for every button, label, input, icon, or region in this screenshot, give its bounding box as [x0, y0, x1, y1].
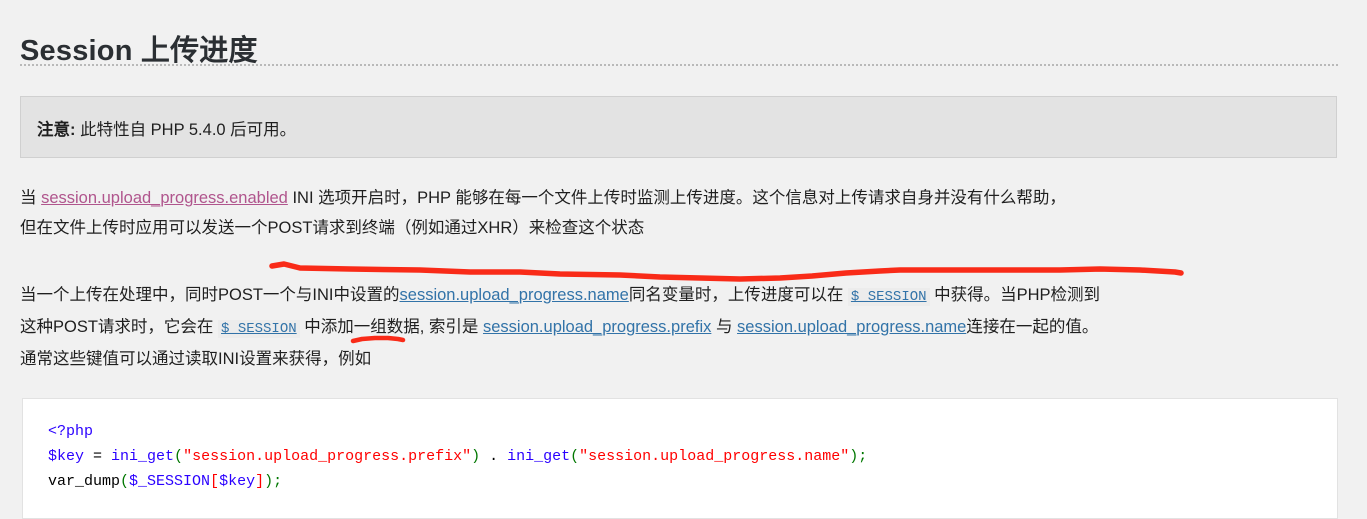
- p1-text-a: 当: [20, 189, 42, 207]
- code-bracket-close: ]: [255, 473, 265, 490]
- p2-text-c: 中获得。当PHP检测到: [929, 286, 1101, 304]
- notice-box: 注意: 此特性自 PHP 5.4.0 后可用。: [20, 96, 1337, 158]
- p2-text-e: 中添加一组数据, 索引是: [299, 318, 483, 336]
- code-paren-open-3: (: [120, 473, 130, 490]
- p2-text-d: 这种POST请求时，它会在: [20, 318, 219, 336]
- p2-text-a: 当一个上传在处理中，同时POST一个与INI中设置的: [20, 286, 400, 304]
- code-string-name: "session.upload_progress.name": [579, 448, 850, 465]
- code-paren-open-1: (: [174, 448, 184, 465]
- link-session-upload-progress-name-2[interactable]: session.upload_progress.name: [737, 318, 966, 336]
- paragraph-two-line-3: 通常这些键值可以通过读取INI设置来获得，例如: [20, 350, 372, 368]
- code-paren-open-2: (: [570, 448, 580, 465]
- code-fn-var-dump: var_dump: [48, 473, 121, 490]
- code-fn-ini-get-2: ini_get: [507, 448, 571, 465]
- code-semicolon-2: ;: [273, 473, 283, 490]
- notice-label: 注意:: [37, 121, 76, 139]
- paragraph-two-line-1: 当一个上传在处理中，同时POST一个与INI中设置的session.upload…: [20, 280, 1345, 312]
- code-var-session: $_SESSION: [129, 473, 211, 490]
- p2-text-b: 同名变量时，上传进度可以在: [628, 286, 848, 304]
- link-session-upload-progress-prefix[interactable]: session.upload_progress.prefix: [483, 318, 711, 336]
- link-session-upload-progress-enabled[interactable]: session.upload_progress.enabled: [41, 189, 288, 207]
- code-php-open-tag: <?php: [48, 423, 94, 440]
- php-doc-page: Session 上传进度 注意: 此特性自 PHP 5.4.0 后可用。 当 s…: [0, 0, 1367, 519]
- code-paren-close-3: ): [264, 473, 274, 490]
- code-concat-op: .: [480, 448, 508, 465]
- notice-body: 此特性自 PHP 5.4.0 后可用。: [75, 121, 297, 139]
- code-bracket-open: [: [210, 473, 220, 490]
- code-example-block: <?php $key = ini_get("session.upload_pro…: [22, 398, 1338, 519]
- link-session-superglobal-2[interactable]: $_SESSION: [218, 320, 300, 338]
- title-divider: [20, 64, 1338, 66]
- p2-text-f: 与: [711, 318, 738, 336]
- code-string-prefix: "session.upload_progress.prefix": [183, 448, 472, 465]
- code-var-key-index: $key: [219, 473, 256, 490]
- paragraph-one-line-1: 当 session.upload_progress.enabled INI 选项…: [20, 183, 1345, 213]
- code-paren-close-1: ): [471, 448, 481, 465]
- paragraph-two: 当一个上传在处理中，同时POST一个与INI中设置的session.upload…: [20, 280, 1345, 374]
- code-semicolon-1: ;: [858, 448, 868, 465]
- long-underline-stroke: [269, 261, 1184, 282]
- paragraph-two-line-2: 这种POST请求时，它会在 $_SESSION 中添加一组数据, 索引是 ses…: [20, 312, 1345, 344]
- code-fn-ini-get-1: ini_get: [111, 448, 175, 465]
- code-paren-close-2: ): [849, 448, 859, 465]
- notice-text: 注意: 此特性自 PHP 5.4.0 后可用。: [37, 116, 296, 140]
- p1-text-b: INI 选项开启时，PHP 能够在每一个文件上传时监测上传进度。这个信息对上传请…: [287, 189, 1066, 207]
- link-session-superglobal-1[interactable]: $_SESSION: [847, 288, 930, 306]
- code-content: <?php $key = ini_get("session.upload_pro…: [23, 399, 1337, 494]
- paragraph-one: 当 session.upload_progress.enabled INI 选项…: [20, 183, 1345, 243]
- code-assign-op: =: [84, 448, 112, 465]
- link-session-upload-progress-name-1[interactable]: session.upload_progress.name: [400, 286, 629, 304]
- code-var-key: $key: [48, 448, 85, 465]
- p2-text-g: 连接在一起的值。: [966, 318, 1099, 336]
- paragraph-one-line-2: 但在文件上传时应用可以发送一个POST请求到终端（例如通过XHR）来检查这个状态: [20, 219, 645, 237]
